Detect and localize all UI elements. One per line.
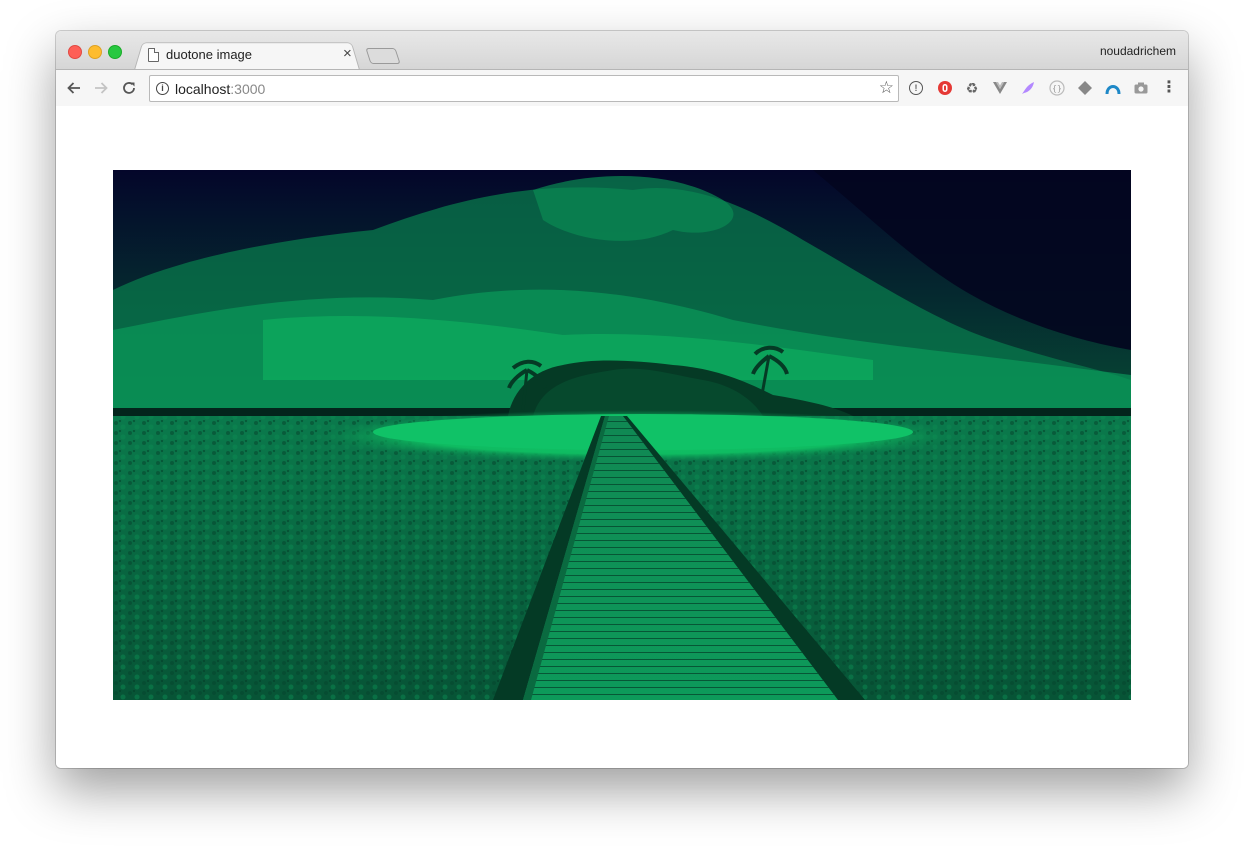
forward-button[interactable] xyxy=(91,78,111,98)
minimize-window-button[interactable] xyxy=(88,45,102,59)
camera-shape-icon xyxy=(1134,82,1148,94)
url-port: :3000 xyxy=(230,81,266,97)
shield-icon xyxy=(938,81,952,95)
url-host: localhost xyxy=(175,81,231,97)
arc-icon[interactable] xyxy=(1105,80,1121,96)
island-boardwalk-picture xyxy=(113,170,1131,700)
recycle-icon[interactable]: ♻ xyxy=(964,80,980,96)
layers-icon[interactable] xyxy=(1077,80,1093,96)
back-button[interactable] xyxy=(64,78,84,98)
url-text[interactable]: localhost:3000 xyxy=(175,81,265,97)
close-window-button[interactable] xyxy=(68,45,82,59)
svg-text:{}: {} xyxy=(1052,84,1062,93)
info-icon[interactable]: i xyxy=(156,82,169,95)
close-tab-icon[interactable]: × xyxy=(343,45,352,62)
reload-button[interactable] xyxy=(119,78,139,98)
vue-logo-icon xyxy=(993,82,1007,94)
braces-circle-icon: {} xyxy=(1049,80,1065,96)
tab-title: duotone image xyxy=(166,47,253,62)
camera-icon[interactable] xyxy=(1133,80,1149,96)
bookmark-star-icon[interactable]: ☆ xyxy=(879,78,894,98)
arc-shape-icon xyxy=(1105,85,1121,95)
address-bar[interactable]: i localhost:3000 ☆ xyxy=(149,75,899,102)
braces-icon[interactable]: {} xyxy=(1049,80,1065,96)
active-tab[interactable]: duotone image × xyxy=(146,40,360,69)
page-content xyxy=(56,106,1188,768)
browser-window: duotone image × noudadrichem i localhost… xyxy=(56,31,1188,768)
arrow-right-icon xyxy=(95,82,108,94)
reload-icon xyxy=(123,82,135,94)
diamond-layers-icon xyxy=(1078,81,1092,95)
profile-name[interactable]: noudadrichem xyxy=(1100,44,1176,58)
vue-devtools-icon[interactable] xyxy=(992,80,1008,96)
feather-shape-icon xyxy=(1022,82,1034,94)
title-bar: duotone image × noudadrichem xyxy=(56,31,1188,70)
document-icon xyxy=(148,48,159,62)
maximize-window-button[interactable] xyxy=(108,45,122,59)
browser-menu-icon[interactable]: ⋮ xyxy=(1161,79,1177,97)
duotone-image xyxy=(113,170,1131,700)
new-tab-button[interactable] xyxy=(365,48,401,64)
browser-toolbar: i localhost:3000 ☆ ! ♻ {} ⋮ xyxy=(56,69,1188,108)
feather-icon[interactable] xyxy=(1020,80,1036,96)
arrow-left-icon xyxy=(67,82,80,94)
password-manager-icon[interactable]: ! xyxy=(909,81,923,95)
ublock-icon[interactable] xyxy=(937,80,953,96)
